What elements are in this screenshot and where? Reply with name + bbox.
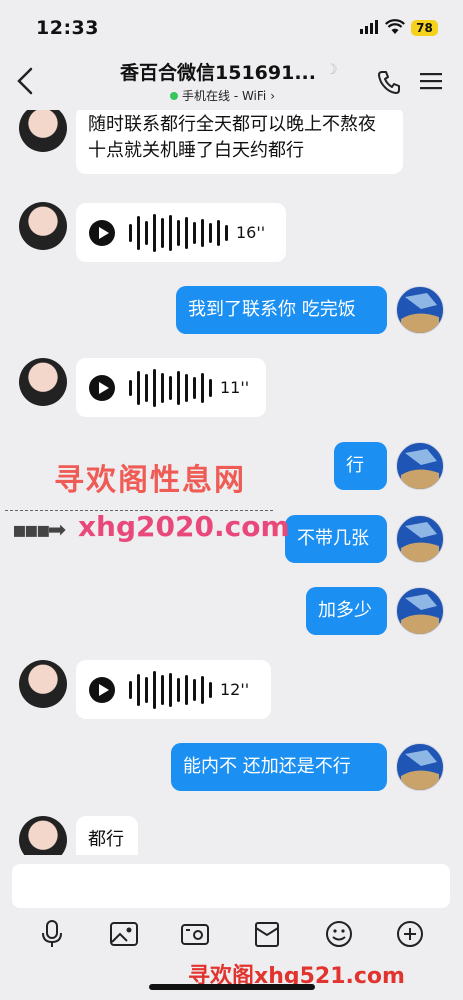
online-dot-icon [170, 91, 178, 100]
earpiece-icon: ☽ [325, 62, 338, 78]
camera-icon[interactable] [178, 917, 212, 951]
plus-icon[interactable] [393, 917, 427, 951]
contact-avatar[interactable] [19, 816, 67, 855]
contact-avatar[interactable] [19, 358, 67, 406]
my-avatar[interactable] [396, 515, 444, 563]
incoming-text-message[interactable]: 都行 [76, 816, 138, 855]
chat-header: 香百合微信151691... ☽ 手机在线 - WiFi › [0, 52, 463, 110]
my-avatar[interactable] [396, 743, 444, 791]
incoming-voice-message[interactable]: 16'' [76, 203, 286, 262]
online-status-text: 手机在线 - WiFi [182, 89, 267, 103]
outgoing-text-message[interactable]: 能内不 还加还是不行 [171, 743, 387, 791]
chevron-right-icon: › [270, 88, 276, 103]
play-icon[interactable] [89, 374, 115, 401]
message-list[interactable]: 随时联系都行全天都可以晚上不熬夜十点就关机睡了白天约都行 16'' 我到了联系你… [0, 110, 463, 855]
outgoing-text-message[interactable]: 不带几张 [285, 515, 387, 563]
outgoing-text-message[interactable]: 我到了联系你 吃完饭 [176, 286, 387, 334]
outgoing-text-message[interactable]: 行 [334, 442, 387, 490]
online-status[interactable]: 手机在线 - WiFi › [170, 87, 275, 104]
play-icon[interactable] [89, 676, 115, 703]
input-toolbar [0, 915, 463, 955]
incoming-text-message[interactable]: 随时联系都行全天都可以晚上不熬夜十点就关机睡了白天约都行 [76, 110, 403, 174]
gift-icon[interactable] [250, 917, 284, 951]
my-avatar[interactable] [396, 442, 444, 490]
incoming-voice-message[interactable]: 11'' [76, 358, 266, 417]
voice-duration: 12'' [220, 679, 250, 699]
contact-avatar[interactable] [19, 110, 67, 152]
contact-avatar[interactable] [19, 202, 67, 250]
message-input[interactable] [12, 864, 450, 908]
chat-title[interactable]: 香百合微信151691... [120, 58, 320, 85]
status-bar: 12:33 78 [0, 0, 463, 52]
waveform-icon [129, 670, 212, 710]
voice-duration: 11'' [220, 377, 250, 397]
clock: 12:33 [36, 17, 99, 39]
phone-call-icon[interactable] [377, 69, 403, 95]
menu-icon[interactable] [420, 72, 442, 90]
my-avatar[interactable] [396, 587, 444, 635]
image-icon[interactable] [107, 917, 141, 951]
battery-indicator: 78 [411, 20, 438, 36]
mic-icon[interactable] [35, 917, 69, 951]
incoming-voice-message[interactable]: 12'' [76, 660, 271, 719]
home-indicator[interactable] [149, 984, 315, 990]
play-icon[interactable] [89, 219, 115, 246]
my-avatar[interactable] [396, 286, 444, 334]
waveform-icon [129, 213, 228, 253]
waveform-icon [129, 368, 212, 408]
signal-icon [360, 20, 378, 34]
wifi-icon [385, 19, 405, 34]
contact-avatar[interactable] [19, 660, 67, 708]
voice-duration: 16'' [236, 222, 266, 242]
emoji-icon[interactable] [322, 917, 356, 951]
back-chevron-icon[interactable] [15, 66, 35, 96]
outgoing-text-message[interactable]: 加多少 [306, 587, 387, 635]
